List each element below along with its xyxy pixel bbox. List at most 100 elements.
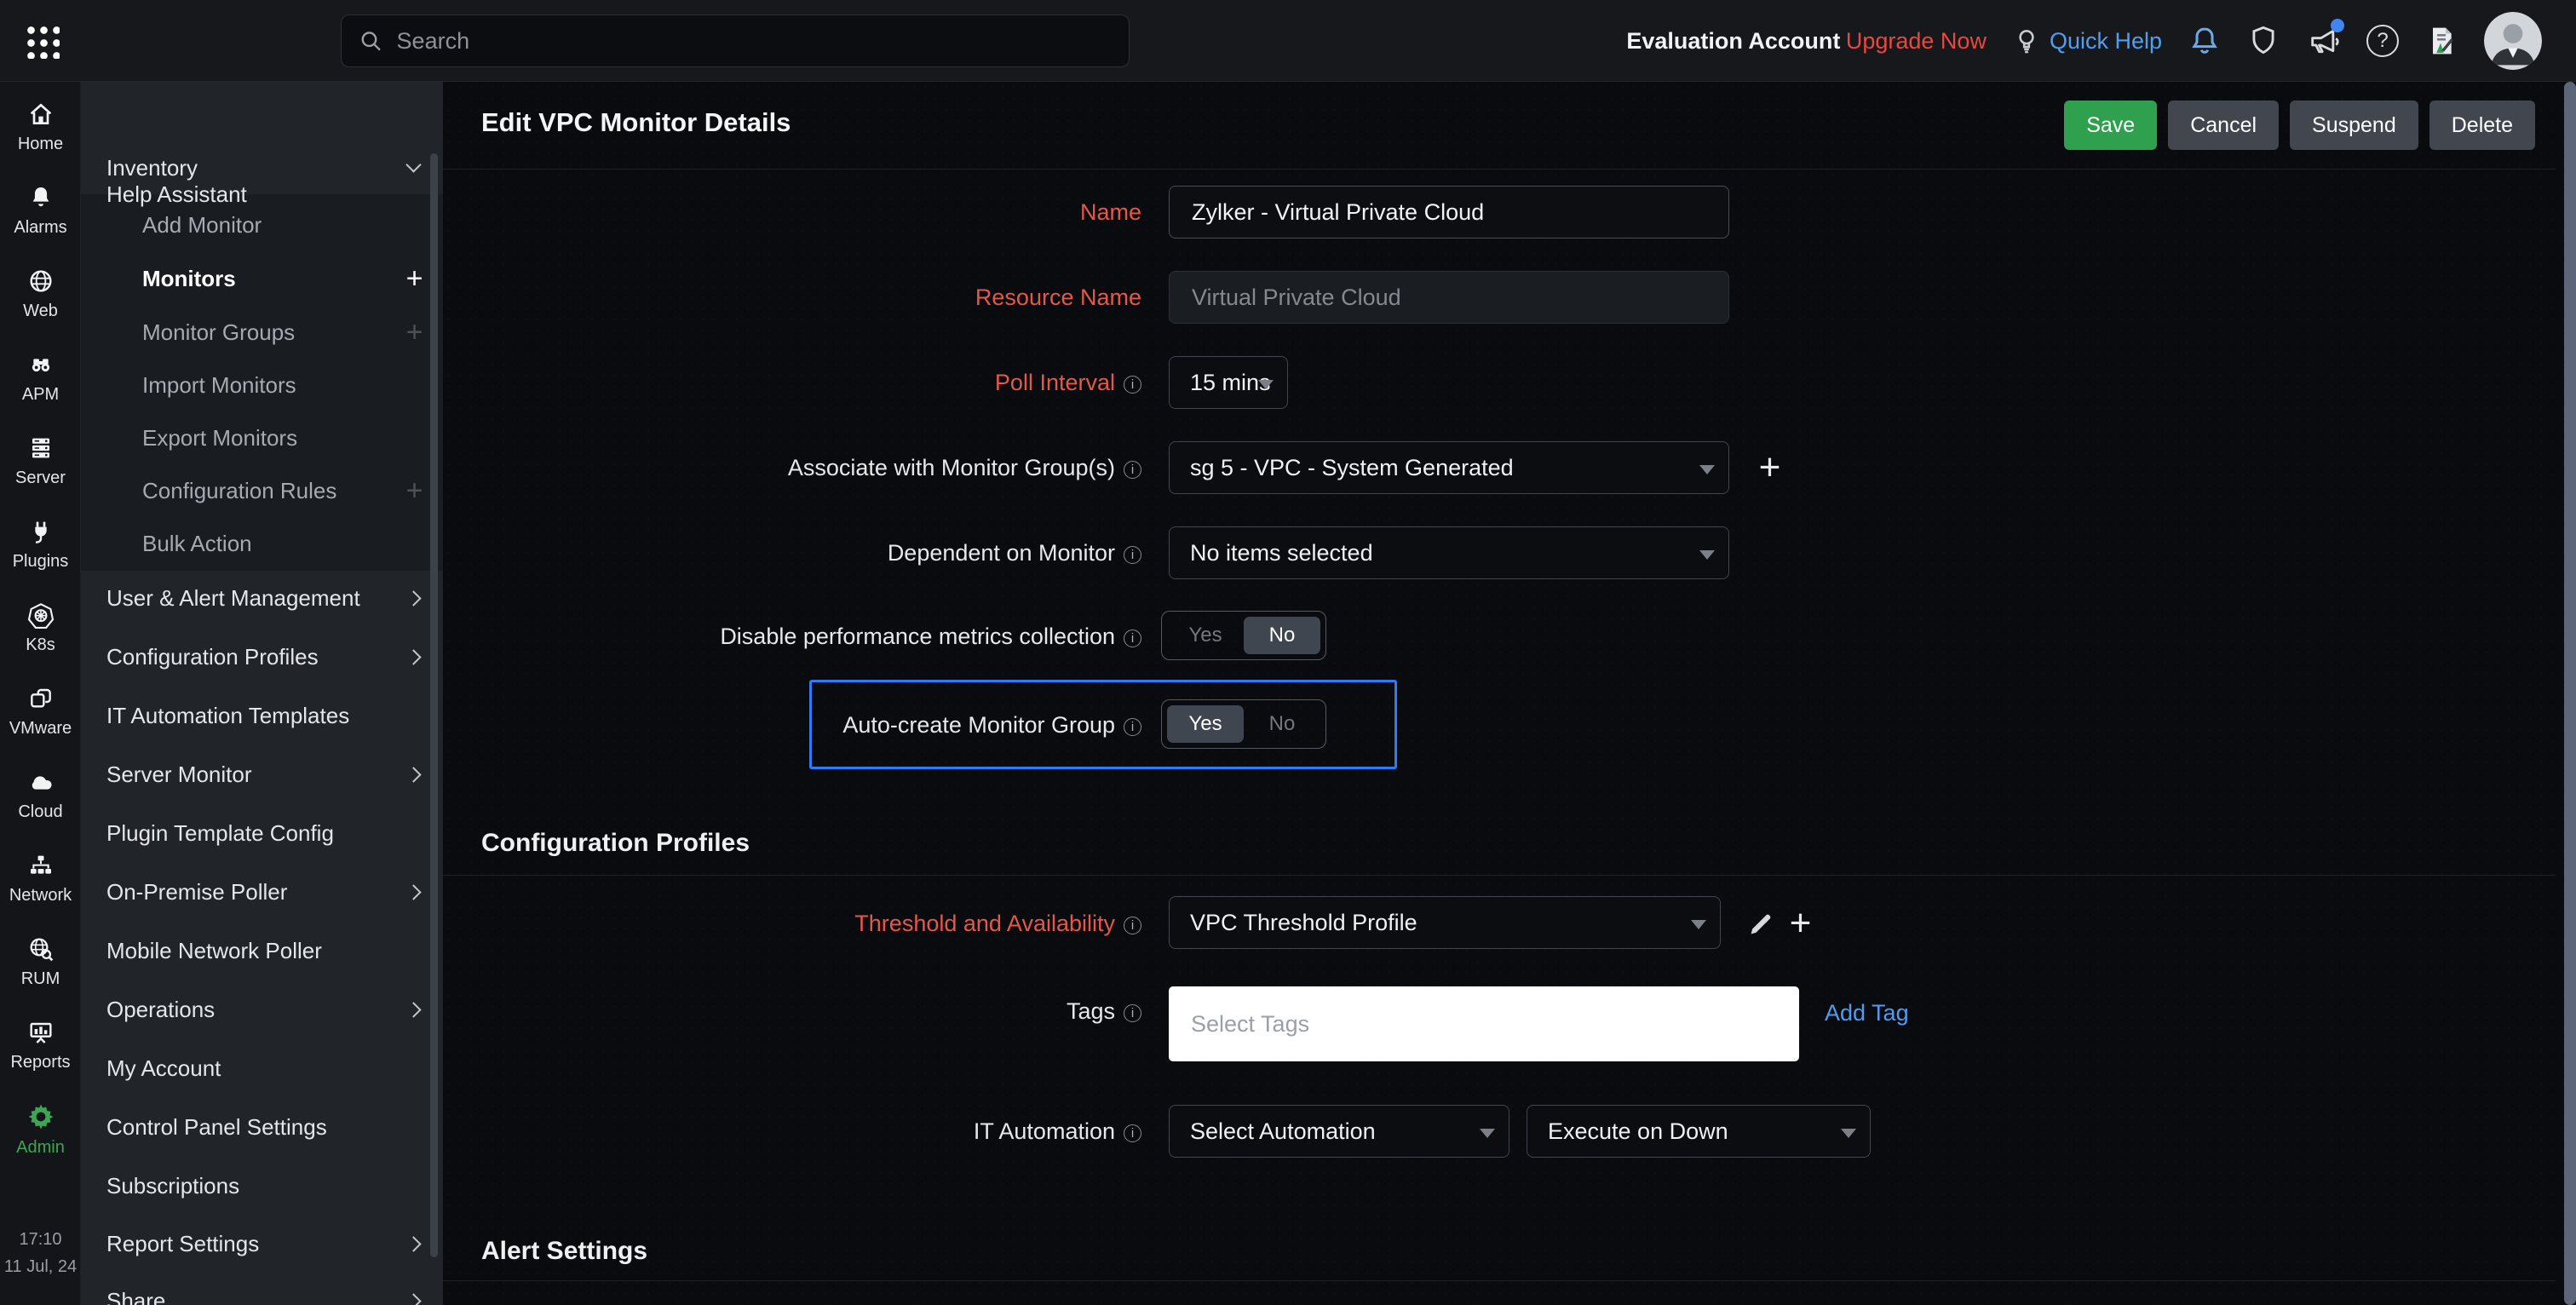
- toggle-no-option[interactable]: No: [1244, 617, 1320, 654]
- tags-input[interactable]: Select Tags: [1169, 986, 1799, 1061]
- info-icon[interactable]: [1124, 1004, 1141, 1022]
- rail-item-home[interactable]: Home: [0, 101, 81, 154]
- execute-on-select[interactable]: Execute on Down: [1527, 1105, 1871, 1158]
- poll-interval-select[interactable]: 15 mins: [1169, 356, 1288, 409]
- sidebar-item-configuration-rules[interactable]: Configuration Rules: [81, 474, 443, 508]
- sidebar-item-import-monitors[interactable]: Import Monitors: [81, 368, 443, 402]
- rail-item-server[interactable]: Server: [0, 434, 81, 488]
- rail-item-vmware[interactable]: VMware: [0, 685, 81, 739]
- caret-down-icon: [1691, 920, 1706, 929]
- add-monitor-group-button[interactable]: [1758, 449, 1780, 486]
- rail-item-network[interactable]: Network: [0, 852, 81, 905]
- nav-rail: Home Alarms Web APM Server Plugins K8s V…: [0, 82, 81, 1305]
- account-label: Evaluation Account: [1626, 27, 1841, 54]
- section-divider: [443, 875, 2556, 876]
- sidebar-item-monitors[interactable]: Monitors: [81, 262, 443, 296]
- rail-item-admin[interactable]: Admin: [0, 1102, 81, 1158]
- sidebar-item-inventory[interactable]: Inventory: [81, 151, 443, 185]
- sidebar-item-user-alert-management[interactable]: User & Alert Management: [81, 581, 443, 615]
- threshold-profile-select[interactable]: VPC Threshold Profile: [1169, 896, 1721, 949]
- shield-icon[interactable]: [2247, 24, 2281, 58]
- sidebar-scrollbar[interactable]: [430, 153, 438, 1257]
- section-divider: [443, 1280, 2556, 1281]
- edit-pencil-icon[interactable]: [1746, 910, 1775, 939]
- search-box[interactable]: [341, 14, 1130, 67]
- sidebar-item-monitor-groups[interactable]: Monitor Groups: [81, 315, 443, 349]
- sidebar-item-control-panel-settings[interactable]: Control Panel Settings: [81, 1110, 443, 1144]
- info-icon[interactable]: [1124, 917, 1141, 934]
- toggle-yes-option[interactable]: Yes: [1167, 617, 1244, 654]
- info-icon[interactable]: [1124, 376, 1141, 394]
- add-tag-link[interactable]: Add Tag: [1825, 1000, 1909, 1026]
- name-input[interactable]: [1169, 186, 1729, 239]
- release-notes-icon[interactable]: [2424, 24, 2458, 58]
- delete-button[interactable]: Delete: [2429, 101, 2535, 150]
- rail-item-reports[interactable]: Reports: [0, 1019, 81, 1072]
- rail-item-rum[interactable]: RUM: [0, 935, 81, 989]
- rail-item-alarms[interactable]: Alarms: [0, 184, 81, 238]
- toggle-yes-option[interactable]: Yes: [1167, 705, 1244, 743]
- user-avatar[interactable]: [2484, 12, 2542, 70]
- rail-item-cloud[interactable]: Cloud: [0, 768, 81, 822]
- search-icon: [361, 32, 381, 51]
- sidebar-item-server-monitor[interactable]: Server Monitor: [81, 757, 443, 791]
- binoculars-icon: [32, 359, 49, 372]
- toggle-no-option[interactable]: No: [1244, 705, 1320, 743]
- it-automation-label: IT Automation: [443, 1116, 1141, 1147]
- resource-name-input: [1169, 271, 1729, 324]
- sidebar-item-my-account[interactable]: My Account: [81, 1051, 443, 1085]
- info-icon[interactable]: [1124, 546, 1141, 564]
- sidebar-item-it-automation-templates[interactable]: IT Automation Templates: [81, 698, 443, 733]
- quick-help-label: Quick Help: [2049, 27, 2162, 54]
- quick-help-button[interactable]: Quick Help: [2012, 26, 2162, 55]
- add-monitor-group-plus-icon[interactable]: [405, 315, 423, 349]
- sidebar-item-export-monitors[interactable]: Export Monitors: [81, 421, 443, 455]
- sidebar-item-add-monitor[interactable]: Add Monitor: [81, 208, 443, 242]
- plug-icon: [34, 521, 47, 543]
- add-threshold-profile-button[interactable]: [1789, 905, 1811, 942]
- sidebar-item-subscriptions[interactable]: Subscriptions: [81, 1169, 443, 1203]
- dependent-monitor-label: Dependent on Monitor: [443, 538, 1141, 568]
- name-label: Name: [1079, 199, 1141, 225]
- chevron-right-icon: [405, 649, 422, 665]
- upgrade-now-link[interactable]: Upgrade Now: [1846, 28, 1987, 54]
- rail-clock-date: 11 Jul, 24: [3, 1257, 78, 1276]
- sidebar-item-plugin-template-config[interactable]: Plugin Template Config: [81, 816, 443, 850]
- info-icon[interactable]: [1124, 1124, 1141, 1142]
- suspend-button[interactable]: Suspend: [2290, 101, 2418, 150]
- dependent-monitor-select[interactable]: No items selected: [1169, 526, 1729, 579]
- notifications-bell-icon[interactable]: [2188, 24, 2222, 58]
- select-automation-select[interactable]: Select Automation: [1169, 1105, 1509, 1158]
- search-input[interactable]: [394, 26, 1112, 55]
- info-icon[interactable]: [1124, 461, 1141, 479]
- auto-create-toggle[interactable]: Yes No: [1161, 699, 1326, 749]
- caret-down-icon: [1258, 380, 1274, 389]
- sidebar-item-share[interactable]: Share: [81, 1284, 443, 1305]
- rail-item-plugins[interactable]: Plugins: [0, 518, 81, 572]
- monitor-groups-select[interactable]: sg 5 - VPC - System Generated: [1169, 441, 1729, 494]
- rail-item-web[interactable]: Web: [0, 267, 81, 321]
- info-icon[interactable]: [1124, 630, 1141, 647]
- announcements-megaphone-icon[interactable]: [2307, 19, 2344, 58]
- cancel-button[interactable]: Cancel: [2168, 101, 2280, 150]
- disable-metrics-toggle[interactable]: Yes No: [1161, 611, 1326, 660]
- page-scrollbar[interactable]: [2564, 82, 2576, 1305]
- add-monitor-plus-icon[interactable]: [405, 262, 423, 296]
- sidebar-item-configuration-profiles[interactable]: Configuration Profiles: [81, 640, 443, 674]
- home-icon: [30, 103, 51, 124]
- sidebar-item-report-settings[interactable]: Report Settings: [81, 1227, 443, 1261]
- sidebar-item-mobile-network-poller[interactable]: Mobile Network Poller: [81, 934, 443, 968]
- sidebar-item-operations[interactable]: Operations: [81, 992, 443, 1026]
- poll-interval-label: Poll Interval: [443, 367, 1141, 398]
- add-configuration-rule-plus-icon[interactable]: [405, 474, 423, 508]
- rail-item-k8s[interactable]: K8s: [0, 601, 81, 655]
- alarm-bell-icon: [32, 187, 49, 207]
- app-grid-icon[interactable]: [24, 23, 60, 59]
- help-question-icon[interactable]: [2366, 25, 2399, 57]
- sidebar-item-on-premise-poller[interactable]: On-Premise Poller: [81, 875, 443, 909]
- info-icon[interactable]: [1124, 718, 1141, 736]
- save-button[interactable]: Save: [2064, 101, 2158, 150]
- rail-item-apm[interactable]: APM: [0, 351, 81, 405]
- sidebar-item-bulk-action[interactable]: Bulk Action: [81, 526, 443, 561]
- page-title: Edit VPC Monitor Details: [481, 107, 791, 137]
